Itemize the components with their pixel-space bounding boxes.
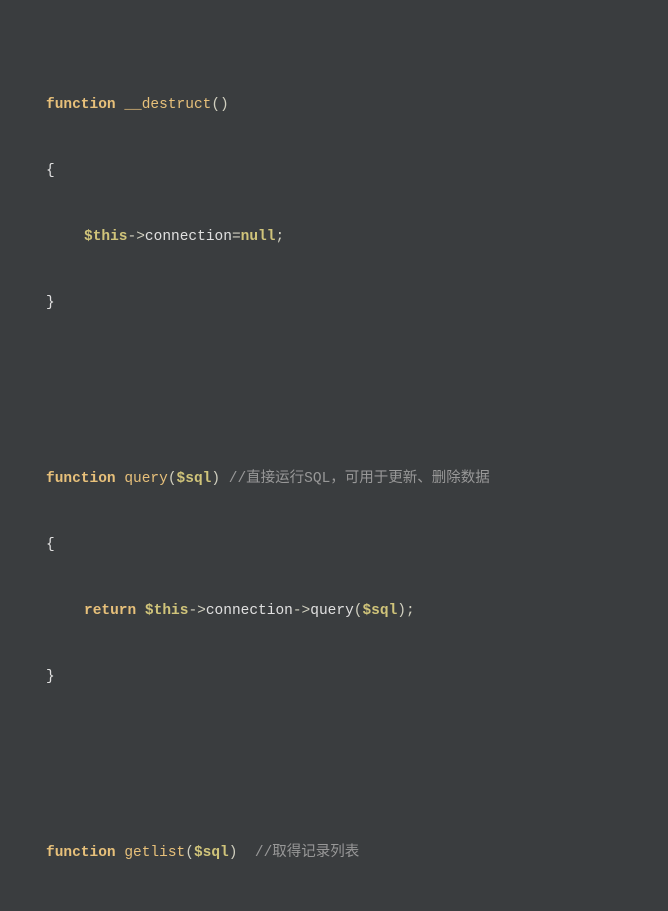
code-line: return $this->connection->query($sql); bbox=[0, 600, 668, 622]
fn-destruct: __destruct bbox=[124, 97, 211, 113]
blank-line bbox=[0, 732, 668, 754]
brace-close: } bbox=[0, 666, 668, 688]
fn-query: query bbox=[124, 471, 168, 487]
brace-open: { bbox=[0, 534, 668, 556]
comment-query: //直接运行SQL，可用于更新、删除数据 bbox=[229, 471, 490, 487]
code-line: function __destruct() bbox=[0, 94, 668, 116]
code-line: function getlist($sql) //取得记录列表 bbox=[0, 842, 668, 864]
comment-getlist: //取得记录列表 bbox=[255, 845, 359, 861]
keyword-function: function bbox=[46, 97, 116, 113]
fn-getlist: getlist bbox=[124, 845, 185, 861]
brace-close: } bbox=[0, 292, 668, 314]
blank-line bbox=[0, 358, 668, 380]
code-editor[interactable]: function __destruct() { $this->connectio… bbox=[0, 0, 668, 911]
code-line: $this->connection=null; bbox=[0, 226, 668, 248]
brace-open: { bbox=[0, 160, 668, 182]
code-line: function query($sql) //直接运行SQL，可用于更新、删除数… bbox=[0, 468, 668, 490]
keyword-null: null bbox=[241, 229, 276, 245]
